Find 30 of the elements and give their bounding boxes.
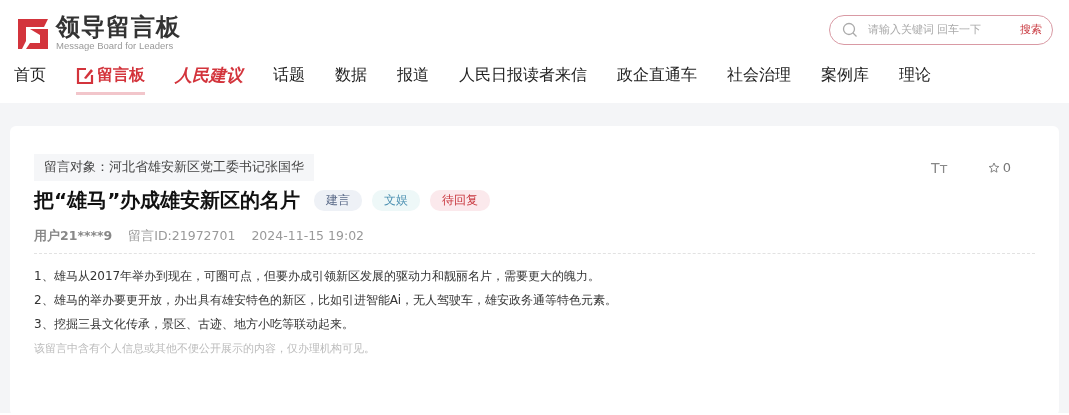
site-title: 领导留言板 [56, 14, 181, 40]
nav-tab[interactable]: 首页 [14, 65, 46, 95]
message-title: 把“雄马”办成雄安新区的名片 [34, 187, 301, 214]
nav-tab[interactable]: 社会治理 [727, 65, 791, 95]
font-size-button[interactable]: Tт [931, 159, 948, 176]
nav-tab[interactable]: 人民建议 [175, 64, 243, 96]
search-icon [842, 21, 858, 38]
nav-tab[interactable]: 话题 [273, 65, 305, 95]
tag: 文娱 [372, 190, 421, 211]
message-paragraph: 2、雄马的举办要更开放，办出具有雄安特色的新区，比如引进智能Ai，无人驾驶车，雄安政务通等特色元素。 [34, 292, 619, 308]
tag: 待回复 [430, 190, 491, 211]
edit-icon [76, 66, 94, 85]
message-paragraph: 1、雄马从2017年举办到现在，可圈可点，但要办成引领新区发展的驱动力和靓丽名片，需要更大的魄力。 [34, 268, 602, 284]
message-paragraph: 3、挖掘三县文化传承，景区、古迹、地方小吃等联动起来。 [34, 316, 355, 332]
nav-tab[interactable]: 案例库 [821, 65, 869, 95]
message-id: 留言ID:21972701 [128, 228, 236, 245]
favorite-button[interactable]: 0 [987, 160, 1011, 175]
nav-tab[interactable]: 人民日报读者来信 [459, 65, 587, 95]
tag: 建言 [314, 190, 363, 211]
nav-tab[interactable]: 理论 [899, 65, 931, 95]
message-recipient: 留言对象：河北省雄安新区党工委书记张国华 [34, 154, 314, 181]
nav-tab[interactable]: 数据 [335, 65, 367, 95]
user-name: 用户21****9 [34, 228, 113, 245]
star-icon [987, 161, 1000, 174]
message-time: 2024-11-15 19:02 [251, 228, 365, 245]
nav-tab[interactable]: 政企直通车 [617, 65, 697, 95]
search-button[interactable]: 搜索 [1020, 22, 1042, 37]
nav-tab[interactable]: 报道 [397, 65, 429, 95]
site-subtitle: Message Board for Leaders [56, 40, 175, 51]
nav-tab[interactable]: 留言板 [76, 65, 145, 95]
